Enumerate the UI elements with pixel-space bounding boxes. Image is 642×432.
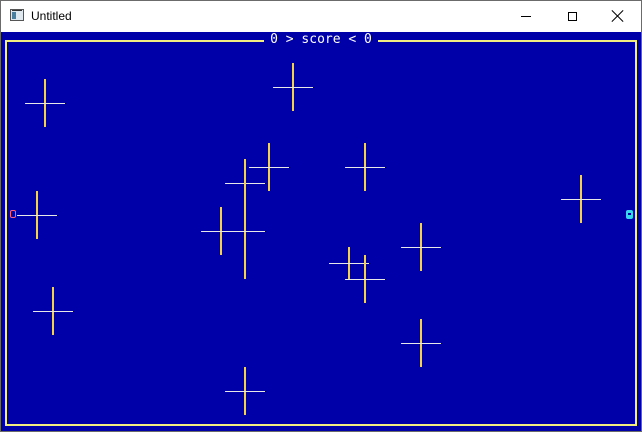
app-window: Untitled 0 > score < 0 (0, 0, 642, 432)
plus-horizontal-bar (201, 231, 241, 232)
maximize-icon (567, 11, 577, 21)
plus-horizontal-bar (345, 167, 385, 168)
game-canvas[interactable]: 0 > score < 0 (1, 32, 641, 431)
right-paddle (626, 210, 633, 219)
minimize-button[interactable] (503, 1, 549, 31)
title-bar[interactable]: Untitled (1, 1, 641, 31)
plus-horizontal-bar (17, 215, 57, 216)
score-text: 0 > score < 0 (264, 32, 378, 47)
plus-horizontal-bar (561, 199, 601, 200)
plus-horizontal-bar (249, 167, 289, 168)
left-paddle (10, 210, 16, 218)
window-title: Untitled (31, 9, 72, 23)
plus-horizontal-bar (345, 279, 385, 280)
playfield-border (5, 40, 637, 426)
plus-horizontal-bar (273, 87, 313, 88)
plus-horizontal-bar (401, 247, 441, 248)
score-display: 0 > score < 0 (1, 32, 641, 48)
close-button[interactable] (595, 1, 641, 31)
plus-horizontal-bar (25, 103, 65, 104)
app-window-icon (10, 9, 24, 21)
close-icon (611, 9, 625, 23)
minimize-icon (521, 15, 531, 17)
plus-horizontal-bar (225, 391, 265, 392)
plus-horizontal-bar (329, 263, 369, 264)
maximize-button[interactable] (549, 1, 595, 31)
plus-horizontal-bar (33, 311, 73, 312)
plus-horizontal-bar (401, 343, 441, 344)
